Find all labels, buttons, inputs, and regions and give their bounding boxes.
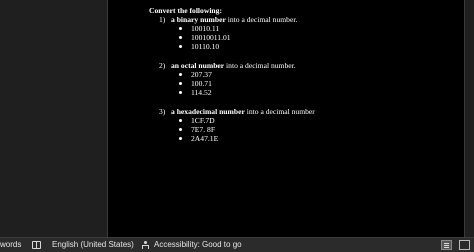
question-2-items: 207.37 100.71 114.52 (149, 70, 315, 97)
question-3: 3) a hexadecimal number into a decimal nu… (149, 107, 315, 116)
question-bold: a binary number (171, 15, 226, 24)
list-item: 10110.10 (179, 42, 315, 51)
question-bold: a hexadecimal number (171, 107, 245, 116)
question-text: into a decimal number. (225, 15, 298, 24)
web-layout-icon[interactable] (459, 240, 470, 250)
heading: Convert the following: (149, 6, 222, 15)
list-item: 10010.11 (179, 24, 315, 33)
question-number: 2) (159, 61, 166, 70)
question-1: 1) a binary number into a decimal number. (149, 15, 315, 24)
list-item: 114.52 (179, 88, 315, 97)
accessibility-icon (141, 240, 150, 250)
list-item: 207.37 (179, 70, 315, 79)
question-number: 1) (159, 15, 166, 24)
question-2: 2) an octal number into a decimal number. (149, 61, 315, 70)
list-item: 2A47.1E (179, 134, 315, 143)
status-bar: words English (United States) Accessibil… (0, 237, 474, 252)
book-icon (32, 241, 41, 249)
question-1-items: 10010.11 10010011.01 10110.10 (149, 24, 315, 51)
list-item: 7E7. 8F (179, 125, 315, 134)
question-text: into a decimal number. (224, 61, 296, 70)
list-item: 1CF.7D (179, 116, 315, 125)
list-item: 10010011.01 (179, 33, 315, 42)
question-text: into a decimal number (244, 107, 315, 116)
accessibility-status[interactable]: Accessibility: Good to go (141, 238, 242, 252)
print-layout-icon[interactable] (441, 240, 452, 250)
document-page[interactable]: Convert the following: 1) a binary number… (107, 0, 465, 237)
question-number: 3) (159, 107, 166, 116)
document-body: Convert the following: 1) a binary number… (149, 6, 315, 143)
proofing-status[interactable] (32, 238, 45, 252)
question-3-items: 1CF.7D 7E7. 8F 2A47.1E (149, 116, 315, 143)
accessibility-label: Accessibility: Good to go (154, 240, 242, 249)
document-canvas: Convert the following: 1) a binary number… (0, 0, 474, 237)
list-item: 100.71 (179, 79, 315, 88)
question-bold: an octal number (171, 61, 225, 70)
word-count[interactable]: words (0, 238, 21, 252)
language-status[interactable]: English (United States) (52, 238, 134, 252)
